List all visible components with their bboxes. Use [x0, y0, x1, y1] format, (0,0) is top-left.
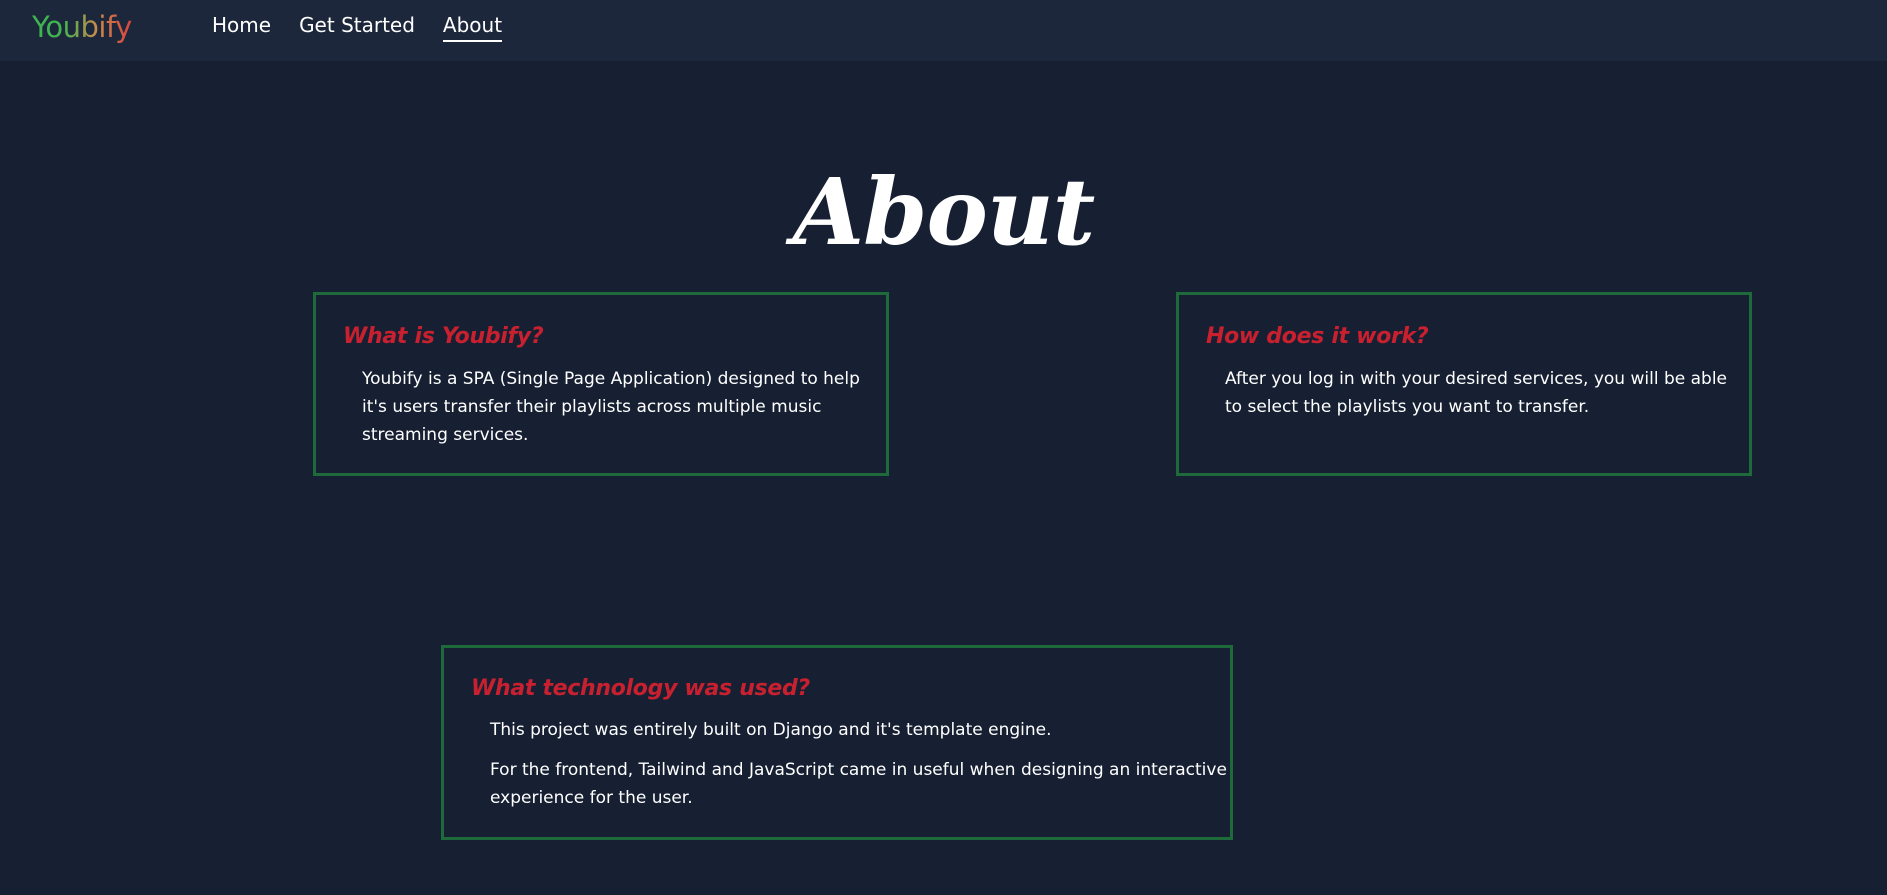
info-card-what-is: What is Youbify? Youbify is a SPA (Singl… — [313, 292, 889, 476]
nav-link-get-started[interactable]: Get Started — [299, 13, 415, 42]
nav-link-about[interactable]: About — [442, 13, 503, 42]
card-body: After you log in with your desired servi… — [1225, 365, 1735, 421]
card-title: What technology was used? — [471, 676, 810, 701]
logo[interactable]: Youbify — [32, 10, 132, 44]
card-body: Youbify is a SPA (Single Page Applicatio… — [362, 365, 862, 449]
info-card-how-it-works: How does it work? After you log in with … — [1176, 292, 1752, 476]
navbar: Youbify Home Get Started About — [0, 0, 1887, 61]
card-title: What is Youbify? — [343, 324, 544, 349]
card-text: For the frontend, Tailwind and JavaScrip… — [490, 760, 1227, 808]
card-title: How does it work? — [1206, 324, 1429, 349]
info-card-technology: What technology was used? This project w… — [441, 645, 1233, 840]
card-body: This project was entirely built on Djang… — [490, 716, 1230, 812]
card-text: This project was entirely built on Djang… — [490, 720, 1052, 740]
card-text: Youbify is a SPA (Single Page Applicatio… — [362, 369, 860, 445]
nav-link-home[interactable]: Home — [212, 13, 271, 42]
nav-links: Home Get Started About — [212, 13, 503, 42]
page-title: About — [792, 157, 1095, 266]
card-text: After you log in with your desired servi… — [1225, 369, 1728, 417]
